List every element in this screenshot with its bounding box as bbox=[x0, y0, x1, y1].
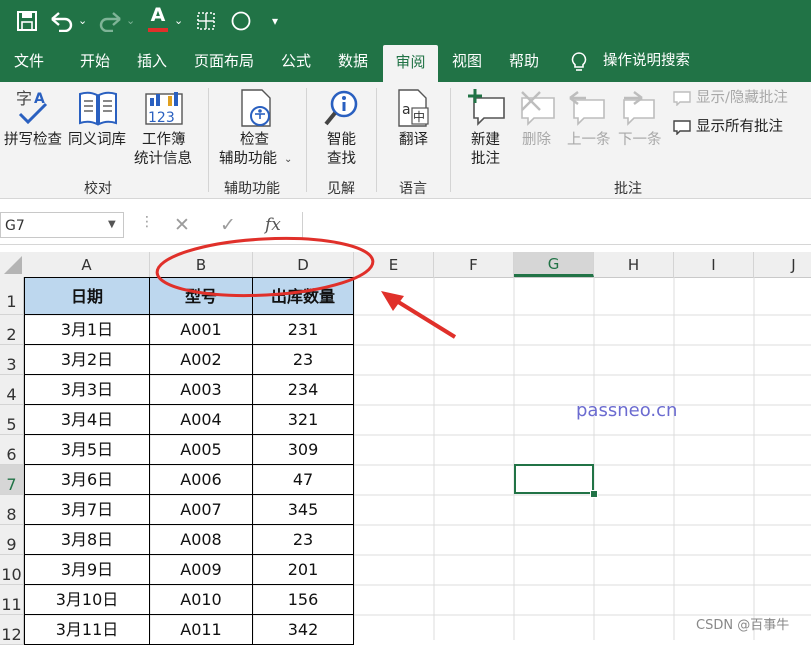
annotation-arrowhead bbox=[381, 291, 404, 311]
watermark-text: passneo.cn bbox=[576, 400, 678, 421]
annotation-overlay bbox=[155, 236, 457, 339]
credit-text: CSDN @百事牛 bbox=[696, 618, 790, 633]
annotation-ellipse bbox=[155, 236, 375, 298]
